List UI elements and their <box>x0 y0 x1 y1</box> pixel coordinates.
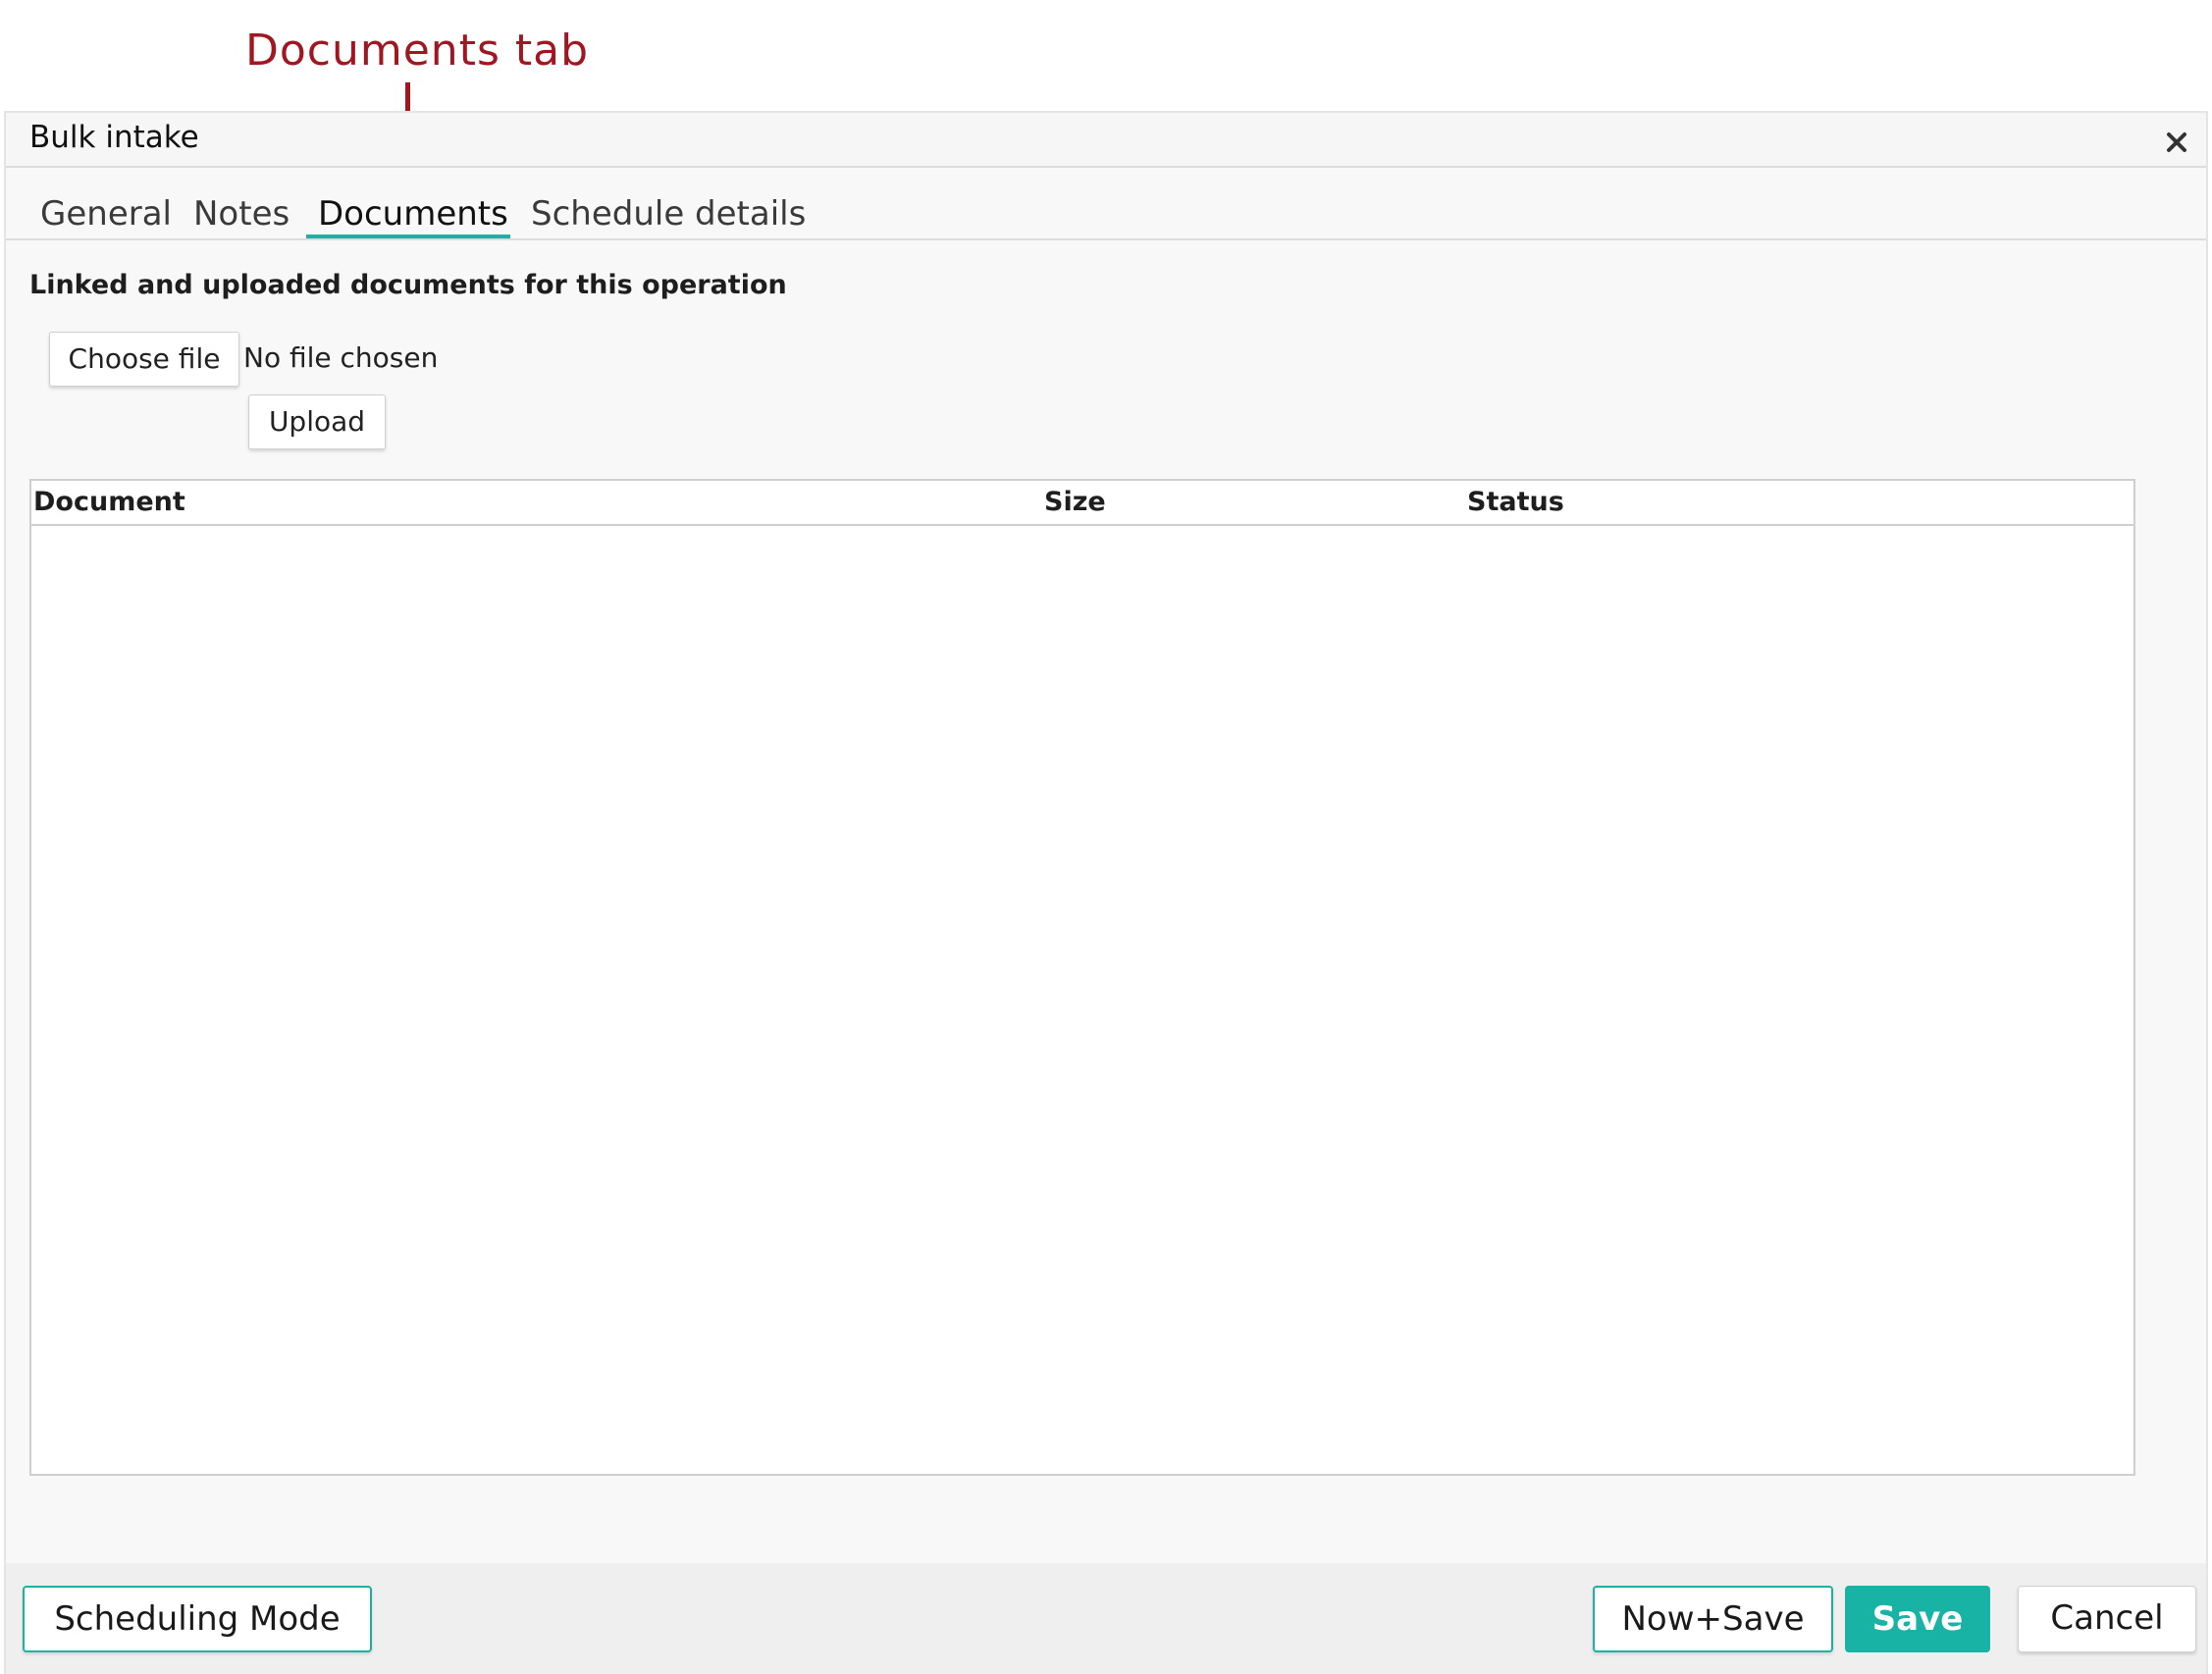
file-status-text: No file chosen <box>243 341 439 374</box>
column-header-size[interactable]: Size <box>1044 487 1106 517</box>
dialog-title: Bulk intake <box>29 120 199 155</box>
cancel-button[interactable]: Cancel <box>2018 1586 2196 1652</box>
choose-file-button[interactable]: Choose file <box>49 332 239 387</box>
tab-bar: General Notes Documents Schedule details <box>6 168 2206 240</box>
tab-documents[interactable]: Documents <box>318 194 508 234</box>
documents-table-header: Document Size Status <box>31 481 2133 526</box>
scheduling-mode-button[interactable]: Scheduling Mode <box>23 1586 372 1652</box>
documents-table-body <box>31 526 2133 1474</box>
documents-table: Document Size Status <box>29 479 2135 1476</box>
bulk-intake-dialog: Bulk intake General Notes Documents Sche… <box>4 111 2208 1674</box>
now-save-button[interactable]: Now+Save <box>1593 1586 1833 1652</box>
dialog-titlebar: Bulk intake <box>6 113 2206 168</box>
documents-heading: Linked and uploaded documents for this o… <box>29 270 787 300</box>
save-button[interactable]: Save <box>1845 1586 1990 1652</box>
tab-schedule-details[interactable]: Schedule details <box>531 194 806 234</box>
dialog-footer: Scheduling Mode Now+Save Save Cancel <box>6 1563 2206 1674</box>
annotation-label: Documents tab <box>245 26 590 76</box>
close-icon[interactable] <box>2161 127 2192 158</box>
column-header-status[interactable]: Status <box>1467 487 1564 517</box>
tab-general[interactable]: General <box>40 194 172 234</box>
tab-notes[interactable]: Notes <box>193 194 290 234</box>
upload-button[interactable]: Upload <box>248 394 386 449</box>
column-header-document[interactable]: Document <box>33 487 185 517</box>
active-tab-indicator <box>306 235 510 238</box>
